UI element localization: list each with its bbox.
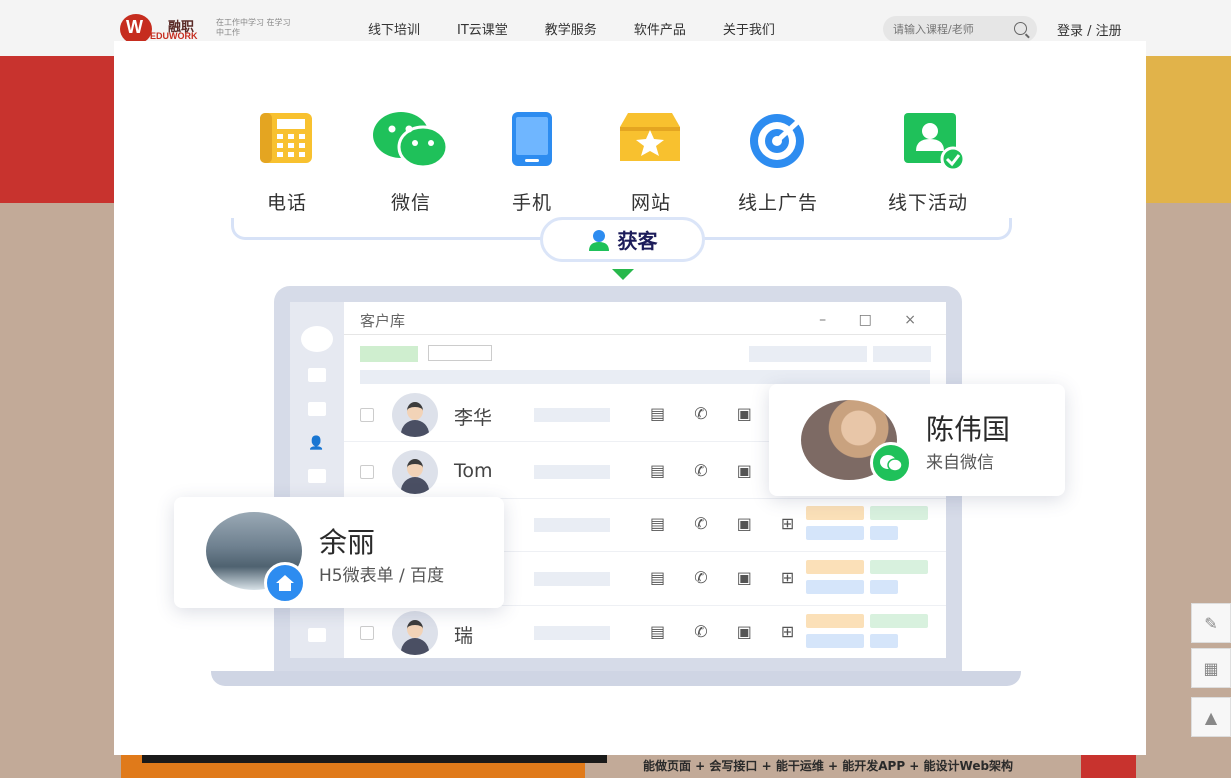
sidebar-avatar: [301, 326, 333, 352]
table-row: 瑞 ▤ ✆ ▣ ⊞: [344, 606, 946, 660]
logo-slogan: 在工作中学习 在学习中工作: [216, 18, 291, 37]
row-checkbox: [360, 408, 374, 422]
wechat-badge-icon: [870, 442, 912, 484]
down-arrow-icon: [612, 269, 634, 280]
row-tag: [806, 560, 864, 574]
row-bar: [534, 465, 610, 479]
channel-label: 网站: [630, 192, 671, 214]
side-tool-scan[interactable]: ▦: [1191, 648, 1231, 688]
customer-source: 来自微信: [926, 453, 994, 473]
sidebar-item: [308, 628, 326, 642]
row-bar: [534, 518, 610, 532]
row-bar: [534, 572, 610, 586]
table-header: [360, 370, 930, 384]
search-icon[interactable]: [1014, 22, 1027, 35]
row-tag: [870, 560, 928, 574]
divider: [344, 334, 946, 335]
row-bar: [534, 626, 610, 640]
channel-label: 线下活动: [887, 192, 968, 214]
row-tag: [806, 580, 864, 594]
window-title: 客户库: [360, 312, 406, 330]
phone-icon: [260, 113, 312, 163]
nav-item-it-cloud[interactable]: IT云课堂: [457, 19, 508, 38]
channel-label: 手机: [511, 192, 552, 214]
wechat-icon: [373, 112, 449, 169]
toolbar-bar: [873, 346, 931, 362]
sidebar-item: [308, 402, 326, 416]
acquire-badge: 获客: [540, 217, 705, 262]
main-nav: 线下培训 IT云课堂 教学服务 软件产品 关于我们: [368, 19, 812, 38]
row-action-icons: ▤ ✆ ▣ ⊞: [650, 568, 807, 587]
offline-event-icon: [904, 113, 966, 172]
row-tag: [870, 526, 898, 540]
nav-item-about[interactable]: 关于我们: [723, 19, 775, 38]
customer-name: 陈伟国: [926, 413, 1011, 446]
website-icon: [620, 113, 680, 161]
search-box: [883, 16, 1037, 42]
site-logo[interactable]: 融职 EDUWORK 在工作中学习 在学习中工作: [120, 14, 291, 44]
window-controls: – □ ×: [819, 312, 930, 328]
toolbar-tag: [360, 346, 418, 362]
acquire-label: 获客: [617, 229, 658, 253]
row-name: 李华: [454, 407, 493, 429]
home-badge-icon: [264, 562, 306, 604]
sidebar-customers-icon: 👤: [308, 436, 325, 451]
sidebar-item: [308, 469, 326, 483]
channel-label: 线上广告: [737, 192, 818, 214]
course-slogan: 能做页面 + 会写接口 + 能干运维 + 能开发APP + 能设计Web架构: [643, 759, 1014, 773]
row-tag: [870, 634, 898, 648]
row-bar: [534, 408, 610, 422]
row-checkbox: [360, 465, 374, 479]
mobile-icon: [512, 112, 552, 166]
nav-item-offline-training[interactable]: 线下培训: [368, 19, 420, 38]
row-tag: [806, 634, 864, 648]
nav-item-software[interactable]: 软件产品: [634, 19, 686, 38]
row-tag: [870, 580, 898, 594]
logo-english: EDUWORK: [150, 31, 198, 41]
customer-card-h5: 余丽 H5微表单 / 百度: [174, 497, 504, 608]
sidebar-item: [308, 368, 326, 382]
avatar: [392, 450, 438, 494]
row-tag: [806, 614, 864, 628]
row-tag: [806, 506, 864, 520]
customer-source: H5微表单 / 百度: [319, 566, 445, 586]
edit-icon: ✎: [1204, 613, 1218, 633]
row-action-icons: ▤ ✆ ▣ ⊞: [650, 514, 807, 533]
illustration-modal: 电话 微信 手机 网站 线上广告 线下活动 获客 👤 客户库 – □ × 李华 …: [114, 41, 1146, 755]
user-icon: [588, 229, 609, 251]
side-tool-note[interactable]: ✎: [1191, 603, 1231, 643]
scan-icon: ▦: [1203, 658, 1219, 678]
search-input[interactable]: [893, 20, 1003, 38]
avatar: [392, 393, 438, 437]
online-ad-icon: [750, 113, 807, 168]
course-button[interactable]: [1081, 755, 1136, 778]
laptop-base: [211, 671, 1021, 686]
logo-mark-icon: [120, 14, 152, 44]
channel-label: 微信: [390, 192, 431, 214]
channel-label: 电话: [266, 192, 307, 214]
toolbar-input: [428, 345, 492, 361]
side-tool-top[interactable]: ▲: [1191, 697, 1231, 737]
toolbar-bar: [749, 346, 867, 362]
row-tag: [806, 526, 864, 540]
course-banner-dark: [142, 755, 607, 763]
row-tag: [870, 614, 928, 628]
customer-name: 余丽: [319, 526, 376, 559]
login-register-link[interactable]: 登录 / 注册: [1057, 20, 1122, 39]
row-name: Tom: [454, 460, 493, 482]
row-name: 瑞: [454, 625, 474, 647]
rocket-icon: ▲: [1204, 707, 1218, 727]
row-action-icons: ▤ ✆ ▣ ⊞: [650, 622, 807, 641]
row-tag: [870, 506, 928, 520]
customer-card-wechat: 陈伟国 来自微信: [769, 384, 1065, 496]
nav-item-teaching[interactable]: 教学服务: [545, 19, 597, 38]
row-checkbox: [360, 626, 374, 640]
avatar: [392, 611, 438, 655]
